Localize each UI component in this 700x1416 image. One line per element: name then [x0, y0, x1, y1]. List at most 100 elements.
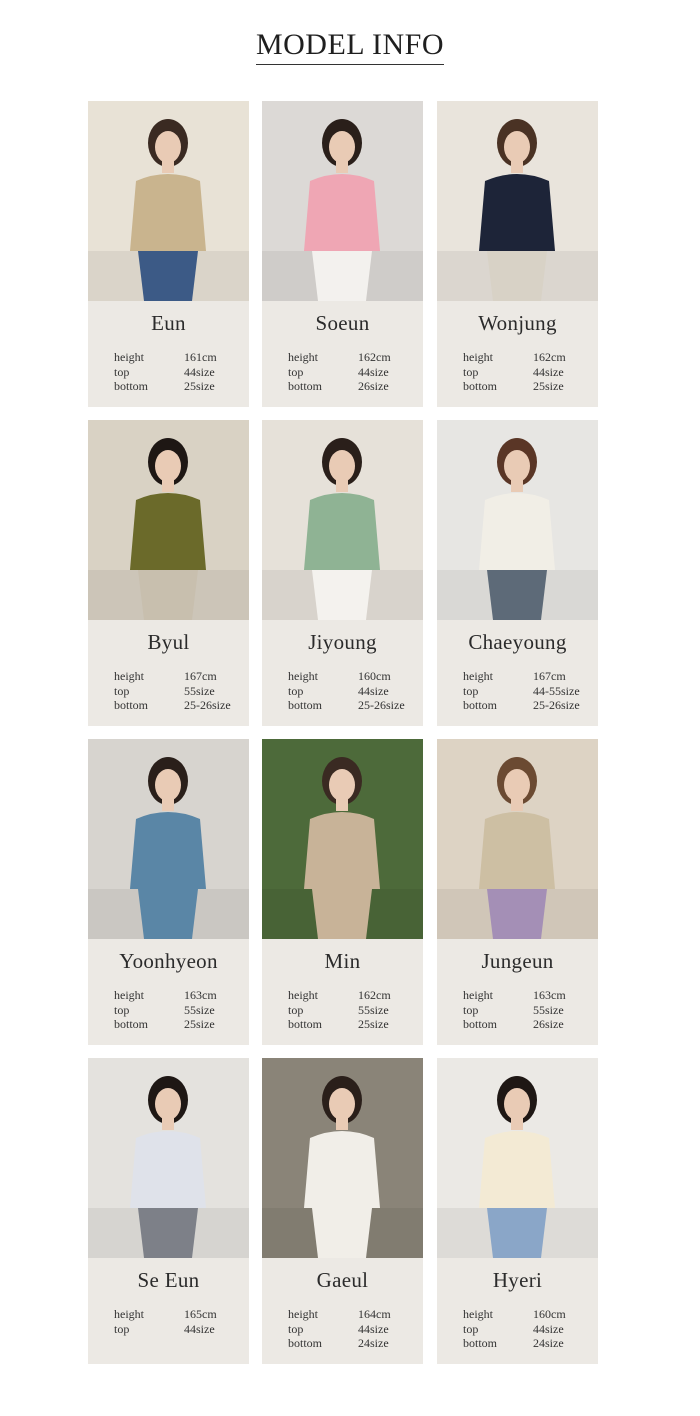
stat-value: 44size [184, 364, 215, 379]
stat-row-bottom: bottom 24size [288, 1336, 418, 1351]
stat-row-bottom: bottom 26size [288, 379, 418, 394]
stat-value: 165cm [184, 1307, 217, 1321]
stat-value: 24size [358, 1336, 389, 1350]
stat-row-bottom: bottom 25size [114, 1017, 244, 1032]
model-stats: height 162cm top 44size bottom 26size [288, 350, 418, 394]
stat-label: bottom [288, 1017, 323, 1031]
stat-value: 163cm [533, 988, 566, 1002]
page-title: MODEL INFO [255, 28, 445, 65]
model-name: Wonjung [478, 311, 557, 335]
stat-value: 44size [533, 1321, 564, 1336]
model-photo [437, 1058, 598, 1258]
model-stats: height 161cm top 44size bottom 25size [114, 350, 244, 394]
stat-label: height [463, 988, 493, 1002]
stat-label: bottom [288, 1336, 323, 1350]
stat-row-top: top 55size [463, 1003, 593, 1018]
stat-label: top [114, 1002, 130, 1017]
model-name: Gaeul [316, 1268, 369, 1292]
stat-value: 161cm [184, 350, 217, 364]
stat-row-top: top 55size [114, 684, 244, 699]
stat-row-top: top 44size [114, 1322, 244, 1337]
stat-label: top [288, 1321, 304, 1336]
model-card: Byul height 167cm top 55size bottom 25-26size [88, 420, 249, 726]
stat-row-height: height 160cm [463, 1307, 593, 1322]
model-photo [88, 1058, 249, 1258]
stat-row-bottom: bottom 25size [114, 379, 244, 394]
stat-label: height [288, 988, 318, 1002]
model-stats: height 165cm top 44size [114, 1307, 244, 1336]
stat-row-top: top 44-55size [463, 684, 593, 699]
stat-label: height [114, 1307, 144, 1321]
stat-label: bottom [288, 698, 323, 712]
stat-label: top [463, 1321, 479, 1336]
stat-label: top [114, 1321, 130, 1336]
stat-value: 25size [184, 1017, 215, 1031]
stat-value: 162cm [533, 350, 566, 364]
stat-label: height [463, 669, 493, 683]
stat-label: height [114, 669, 144, 683]
model-photo [437, 101, 598, 301]
stat-row-height: height 164cm [288, 1307, 418, 1322]
stat-row-top: top 44size [288, 365, 418, 380]
stat-row-top: top 55size [114, 1003, 244, 1018]
stat-value: 160cm [358, 669, 391, 683]
stat-row-height: height 161cm [114, 350, 244, 365]
stat-label: bottom [288, 379, 323, 393]
stat-row-height: height 162cm [288, 350, 418, 365]
stat-row-height: height 167cm [114, 669, 244, 684]
model-name: Min [324, 949, 361, 973]
model-stats: height 163cm top 55size bottom 25size [114, 988, 244, 1032]
stat-value: 44size [358, 683, 389, 698]
model-card: Wonjung height 162cm top 44size bottom 25size [437, 101, 598, 407]
model-card: Soeun height 162cm top 44size bottom 26size [262, 101, 423, 407]
stat-value: 24size [533, 1336, 564, 1350]
model-stats: height 164cm top 44size bottom 24size [288, 1307, 418, 1351]
stat-row-height: height 165cm [114, 1307, 244, 1322]
stat-value: 26size [358, 379, 389, 393]
stat-label: top [288, 364, 304, 379]
model-photo [437, 739, 598, 939]
model-stats: height 167cm top 44-55size bottom 25-26size [463, 669, 593, 713]
stat-label: height [288, 669, 318, 683]
stat-row-top: top 55size [288, 1003, 418, 1018]
model-photo [88, 101, 249, 301]
stat-value: 160cm [533, 1307, 566, 1321]
model-stats: height 167cm top 55size bottom 25-26size [114, 669, 244, 713]
stat-row-bottom: bottom 25-26size [463, 698, 593, 713]
model-photo [262, 420, 423, 620]
model-card: Jungeun height 163cm top 55size bottom 26size [437, 739, 598, 1045]
stat-label: height [463, 1307, 493, 1321]
stat-value: 25size [358, 1017, 389, 1031]
model-card: Eun height 161cm top 44size bottom 25size [88, 101, 249, 407]
model-name: Yoonhyeon [119, 949, 218, 973]
stat-value: 162cm [358, 988, 391, 1002]
stat-row-bottom: bottom 25size [288, 1017, 418, 1032]
stat-row-height: height 160cm [288, 669, 418, 684]
model-photo [262, 101, 423, 301]
model-stats: height 160cm top 44size bottom 24size [463, 1307, 593, 1351]
stat-label: bottom [463, 698, 498, 712]
stat-label: height [288, 350, 318, 364]
model-name: Hyeri [492, 1268, 543, 1292]
stat-label: top [288, 683, 304, 698]
stat-row-top: top 44size [114, 365, 244, 380]
model-card: Gaeul height 164cm top 44size bottom 24size [262, 1058, 423, 1364]
stat-value: 167cm [533, 669, 566, 683]
stat-value: 44size [358, 364, 389, 379]
stat-value: 55size [358, 1002, 389, 1017]
stat-label: height [463, 350, 493, 364]
stat-row-top: top 44size [463, 1322, 593, 1337]
stat-label: top [114, 683, 130, 698]
stat-value: 26size [533, 1017, 564, 1031]
model-card: Yoonhyeon height 163cm top 55size bottom 25siz… [88, 739, 249, 1045]
stat-value: 44size [184, 1321, 215, 1336]
stat-value: 55size [184, 1002, 215, 1017]
model-stats: height 163cm top 55size bottom 26size [463, 988, 593, 1032]
model-name: Jiyoung [308, 630, 377, 654]
model-name: Se Eun [137, 1268, 200, 1292]
stat-label: height [114, 350, 144, 364]
model-card: Se Eun height 165cm top 44size [88, 1058, 249, 1364]
stat-value: 25size [184, 379, 215, 393]
stat-value: 44-55size [533, 683, 580, 698]
stat-label: top [463, 1002, 479, 1017]
